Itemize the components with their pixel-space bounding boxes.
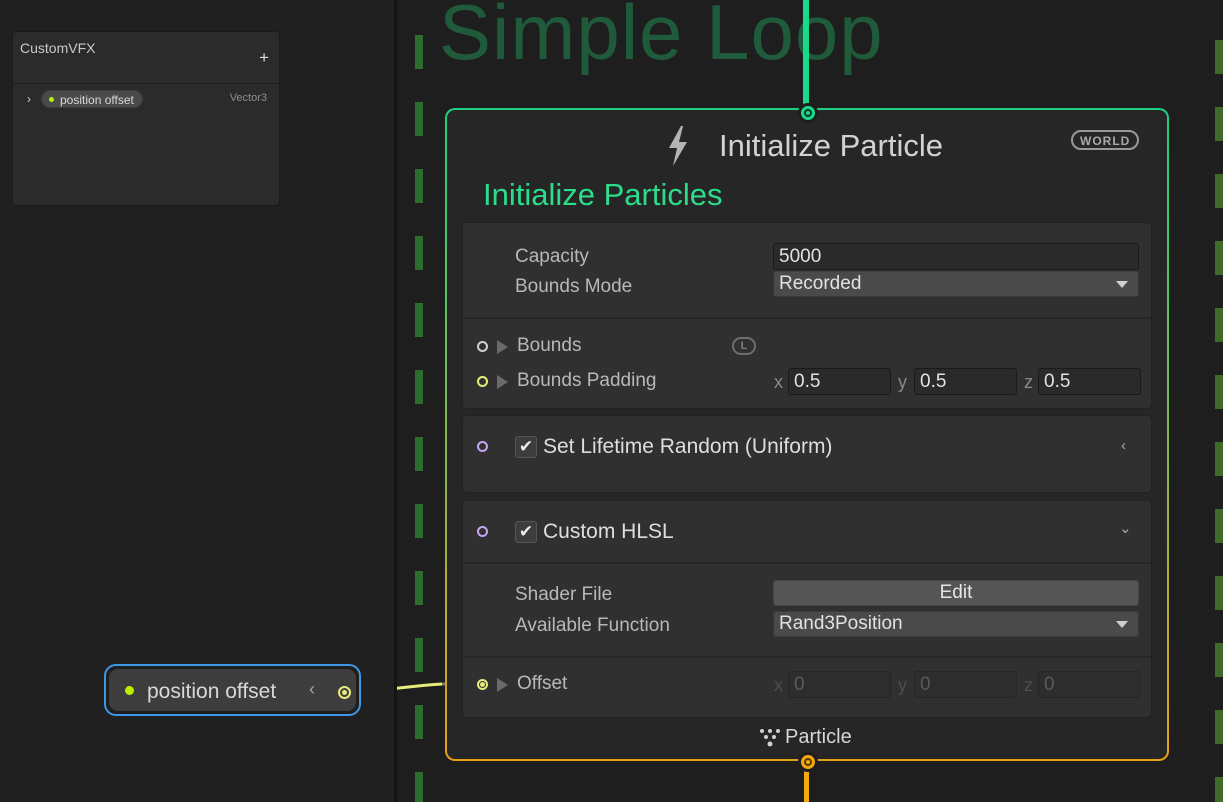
bounds-padding-slot[interactable] bbox=[477, 376, 488, 387]
property-node-body[interactable]: position offset ‹ bbox=[109, 669, 356, 711]
block-enabled-checkbox[interactable]: ✔ bbox=[515, 436, 537, 458]
axis-z-label: z bbox=[1024, 372, 1033, 392]
blackboard-property-row[interactable]: › position offset Vector3 bbox=[27, 90, 267, 108]
block-header-separator bbox=[463, 562, 1151, 564]
bounds-mode-value: Recorded bbox=[779, 273, 862, 294]
property-node-label: position offset bbox=[147, 680, 277, 703]
axis-z-label: z bbox=[1024, 675, 1033, 695]
capacity-label: Capacity bbox=[515, 246, 589, 267]
edit-shader-button[interactable]: Edit bbox=[773, 580, 1139, 606]
block-custom-hlsl[interactable]: ✔ Custom HLSL ⌄ Shader File Edit Availab… bbox=[462, 500, 1152, 718]
context-title: Initialize Particle bbox=[719, 128, 943, 163]
bounds-mode-dropdown[interactable]: Recorded bbox=[773, 271, 1139, 297]
property-type-dot bbox=[49, 97, 54, 102]
collapse-icon[interactable]: ‹ bbox=[309, 679, 315, 700]
activation-slot[interactable] bbox=[477, 441, 488, 452]
lightning-icon bbox=[669, 126, 687, 166]
initialize-context[interactable]: Initialize Particle WORLD Initialize Par… bbox=[445, 108, 1169, 761]
collapse-icon[interactable]: ‹ bbox=[1121, 437, 1126, 454]
add-property-button[interactable]: + bbox=[259, 49, 269, 66]
offset-label: Offset bbox=[517, 673, 568, 694]
chevron-down-icon[interactable]: ⌄ bbox=[1119, 519, 1132, 537]
bounds-slot[interactable] bbox=[477, 341, 488, 352]
available-function-value: Rand3Position bbox=[779, 613, 903, 634]
blackboard-title: CustomVFX bbox=[20, 40, 96, 56]
block-title: Set Lifetime Random (Uniform) bbox=[543, 435, 833, 458]
available-function-label: Available Function bbox=[515, 615, 670, 636]
block-settings-separator bbox=[463, 656, 1151, 658]
context-label[interactable]: Initialize Particles bbox=[483, 177, 722, 213]
property-name: position offset bbox=[60, 93, 134, 107]
axis-x-label: x bbox=[774, 675, 783, 695]
block-title: Custom HLSL bbox=[543, 520, 674, 543]
expand-triangle-icon[interactable] bbox=[497, 678, 508, 692]
chevron-right-icon[interactable]: › bbox=[27, 92, 31, 106]
blackboard-panel: CustomVFX + › position offset Vector3 bbox=[12, 31, 280, 206]
axis-y-label: y bbox=[898, 372, 907, 392]
axis-x-label: x bbox=[774, 372, 783, 392]
dropdown-arrow-icon bbox=[1116, 281, 1128, 288]
capacity-field[interactable]: 5000 bbox=[773, 243, 1139, 270]
property-type: Vector3 bbox=[229, 92, 267, 104]
shader-file-label: Shader File bbox=[515, 584, 613, 605]
activation-slot[interactable] bbox=[477, 526, 488, 537]
available-function-dropdown[interactable]: Rand3Position bbox=[773, 611, 1139, 637]
offset-y-field[interactable]: 0 bbox=[914, 671, 1017, 698]
axis-y-label: y bbox=[898, 675, 907, 695]
property-pill[interactable]: position offset bbox=[41, 90, 143, 108]
offset-x-field[interactable]: 0 bbox=[788, 671, 891, 698]
expand-triangle-icon[interactable] bbox=[497, 340, 508, 354]
expand-triangle-icon[interactable] bbox=[497, 375, 508, 389]
context-output-label: Particle bbox=[785, 726, 852, 748]
property-type-dot bbox=[125, 686, 134, 695]
flow-input-port[interactable] bbox=[798, 103, 818, 123]
context-settings-block: Capacity 5000 Bounds Mode Recorded Bound… bbox=[462, 222, 1152, 409]
bounds-padding-x-field[interactable]: 0.5 bbox=[788, 368, 891, 395]
property-node[interactable]: position offset ‹ bbox=[104, 664, 361, 716]
bounds-padding-label: Bounds Padding bbox=[517, 370, 657, 391]
bounds-padding-z-field[interactable]: 0.5 bbox=[1038, 368, 1141, 395]
graph-canvas[interactable]: Simple Loop Initialize Particle WORLD In… bbox=[397, 0, 1223, 802]
property-output-port[interactable] bbox=[338, 686, 351, 699]
dropdown-arrow-icon bbox=[1116, 621, 1128, 628]
space-badge[interactable]: WORLD bbox=[1071, 130, 1140, 150]
blackboard-divider bbox=[13, 83, 279, 84]
block-enabled-checkbox[interactable]: ✔ bbox=[515, 521, 537, 543]
block-set-lifetime[interactable]: ✔ Set Lifetime Random (Uniform) ‹ bbox=[462, 415, 1152, 493]
bounds-label: Bounds bbox=[517, 335, 582, 356]
local-space-toggle[interactable]: L bbox=[732, 337, 756, 355]
particle-icon bbox=[760, 729, 780, 747]
settings-separator bbox=[463, 317, 1151, 319]
flow-output-port[interactable] bbox=[798, 752, 818, 772]
bounds-padding-y-field[interactable]: 0.5 bbox=[914, 368, 1017, 395]
bounds-mode-label: Bounds Mode bbox=[515, 276, 633, 297]
offset-z-field[interactable]: 0 bbox=[1038, 671, 1141, 698]
offset-slot[interactable] bbox=[477, 679, 488, 690]
